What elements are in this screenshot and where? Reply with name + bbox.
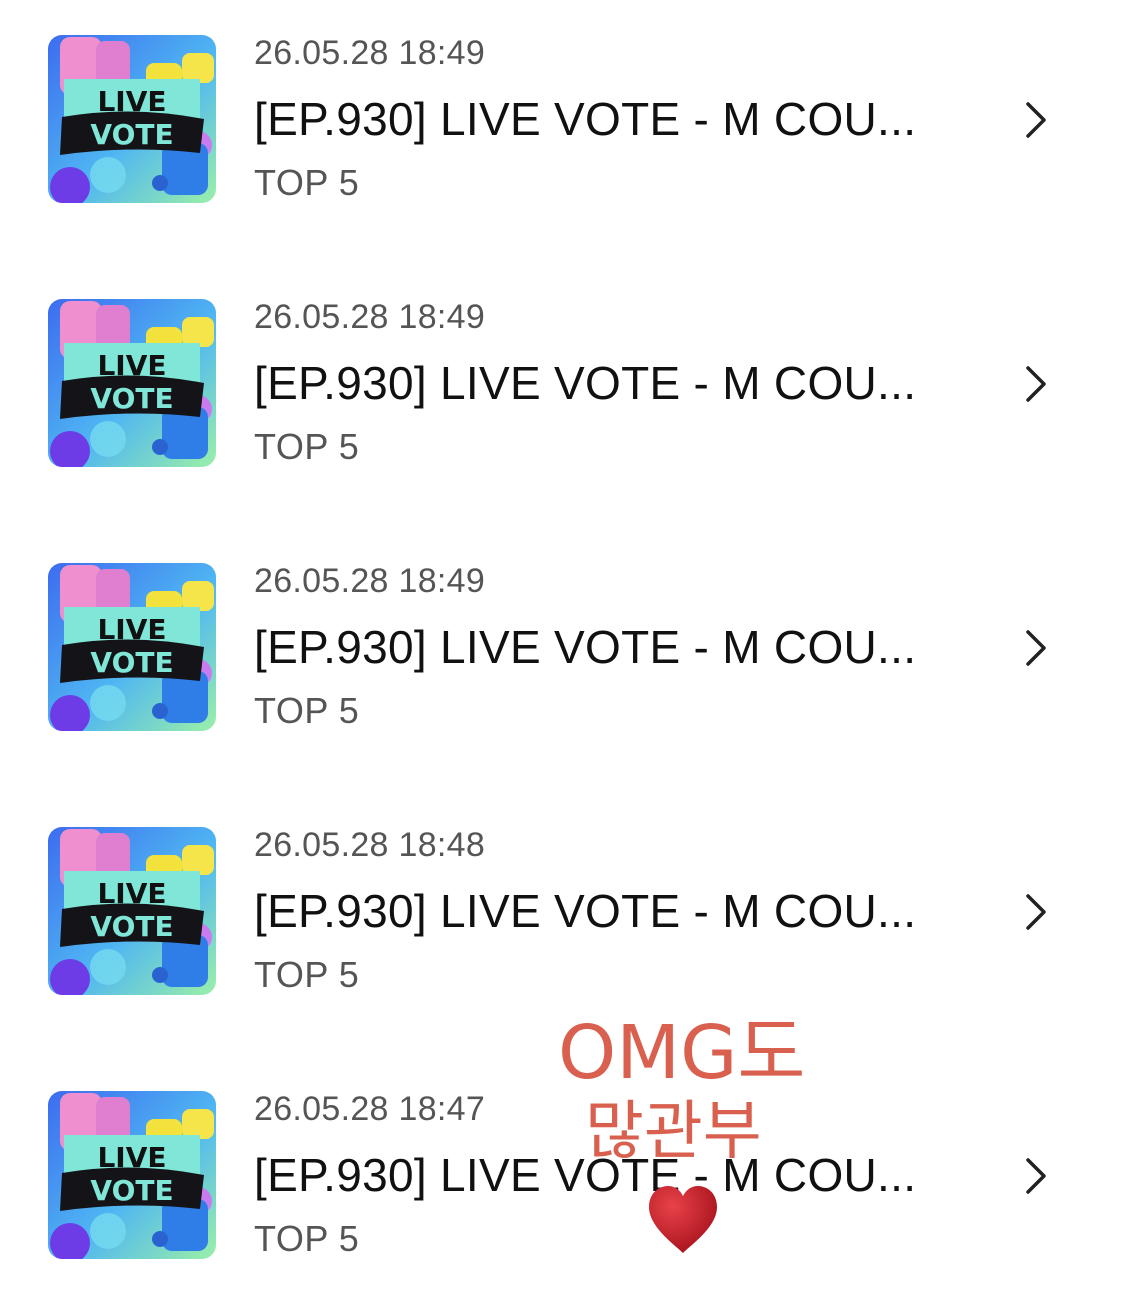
vote-title: [EP.930] LIVE VOTE - M COU... bbox=[254, 1149, 917, 1201]
vote-subtitle: TOP 5 bbox=[254, 690, 360, 731]
vote-date: 26.05.28 18:49 bbox=[254, 34, 486, 72]
live-vote-thumbnail: LIVE VOTE bbox=[48, 1091, 216, 1259]
vote-list-item[interactable]: LIVE VOTE 26.05.28 18:49 [EP.930] LIVE V… bbox=[0, 264, 1125, 467]
thumb-line1: LIVE bbox=[97, 349, 166, 382]
vote-title: [EP.930] LIVE VOTE - M COU... bbox=[254, 885, 917, 937]
vote-list-item[interactable]: LIVE VOTE 26.05.28 18:49 [EP.930] LIVE V… bbox=[0, 0, 1125, 203]
chevron-right-icon[interactable] bbox=[1020, 892, 1050, 932]
live-vote-thumbnail: LIVE VOTE bbox=[48, 35, 216, 203]
thumb-line1: LIVE bbox=[97, 1141, 166, 1174]
vote-list-item[interactable]: LIVE VOTE 26.05.28 18:48 [EP.930] LIVE V… bbox=[0, 792, 1125, 995]
vote-list-item[interactable]: LIVE VOTE 26.05.28 18:49 [EP.930] LIVE V… bbox=[0, 528, 1125, 731]
vote-history-list: LIVE VOTE 26.05.28 18:49 [EP.930] LIVE V… bbox=[0, 0, 1125, 1295]
vote-date: 26.05.28 18:48 bbox=[254, 826, 486, 864]
vote-title: [EP.930] LIVE VOTE - M COU... bbox=[254, 93, 917, 145]
thumb-line2: VOTE bbox=[90, 1174, 173, 1207]
chevron-right-icon[interactable] bbox=[1020, 100, 1050, 140]
thumb-line2: VOTE bbox=[90, 646, 173, 679]
thumb-line1: LIVE bbox=[97, 877, 166, 910]
vote-title: [EP.930] LIVE VOTE - M COU... bbox=[254, 357, 917, 409]
vote-subtitle: TOP 5 bbox=[254, 954, 360, 995]
thumb-line2: VOTE bbox=[90, 382, 173, 415]
vote-date: 26.05.28 18:49 bbox=[254, 562, 486, 600]
live-vote-thumbnail: LIVE VOTE bbox=[48, 299, 216, 467]
thumb-line2: VOTE bbox=[90, 118, 173, 151]
chevron-right-icon[interactable] bbox=[1020, 628, 1050, 668]
live-vote-thumbnail: LIVE VOTE bbox=[48, 563, 216, 731]
thumb-line1: LIVE bbox=[97, 613, 166, 646]
vote-subtitle: TOP 5 bbox=[254, 162, 360, 203]
chevron-right-icon[interactable] bbox=[1020, 1156, 1050, 1196]
thumb-line1: LIVE bbox=[97, 85, 166, 118]
live-vote-thumbnail: LIVE VOTE bbox=[48, 827, 216, 995]
thumb-line2: VOTE bbox=[90, 910, 173, 943]
vote-subtitle: TOP 5 bbox=[254, 1218, 360, 1259]
chevron-right-icon[interactable] bbox=[1020, 364, 1050, 404]
vote-list-item[interactable]: LIVE VOTE 26.05.28 18:47 [EP.930] LIVE V… bbox=[0, 1056, 1125, 1259]
vote-subtitle: TOP 5 bbox=[254, 426, 360, 467]
vote-title: [EP.930] LIVE VOTE - M COU... bbox=[254, 621, 917, 673]
vote-date: 26.05.28 18:47 bbox=[254, 1090, 486, 1128]
vote-date: 26.05.28 18:49 bbox=[254, 298, 486, 336]
